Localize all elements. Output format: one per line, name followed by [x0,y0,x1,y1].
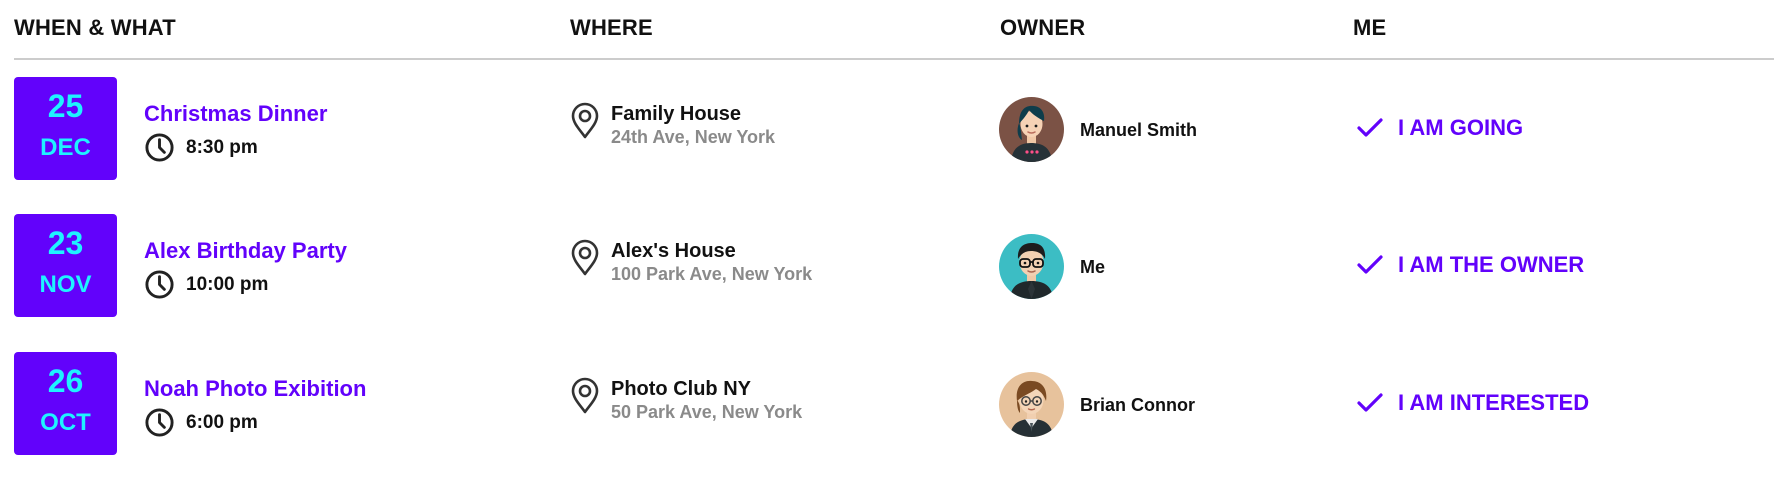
event-time: 8:30 pm [186,137,258,158]
event-title-link[interactable]: Christmas Dinner [144,101,327,127]
checkmark-icon [1357,118,1383,137]
map-pin-icon [571,239,599,276]
clock-icon [145,270,174,299]
clock-icon [145,133,174,162]
date-month: OCT [40,409,91,436]
column-header-me: ME [1353,15,1387,40]
event-row[interactable]: 26 OCT Noah Photo Exibition 6:00 pm Phot… [0,352,1788,456]
place-name: Family House [611,103,742,125]
rsvp-status[interactable]: I AM THE OWNER [1398,252,1584,278]
owner-avatar [999,234,1064,299]
event-time: 6:00 pm [186,412,258,433]
date-month: DEC [40,134,91,161]
column-header-where: WHERE [570,15,653,40]
event-title-link[interactable]: Alex Birthday Party [144,238,347,264]
owner-name: Manuel Smith [1080,120,1198,140]
event-row[interactable]: 23 NOV Alex Birthday Party 10:00 pm Alex… [0,214,1788,318]
map-pin-icon [571,377,599,414]
woman-avatar-icon [999,97,1064,162]
place-address: 50 Park Ave, New York [611,402,803,422]
clock-icon [145,408,174,437]
place-address: 100 Park Ave, New York [611,264,813,284]
date-day: 26 [47,363,84,399]
checkmark-icon [1357,393,1383,412]
date-day: 25 [47,88,84,124]
owner-name: Me [1080,257,1106,277]
event-row[interactable]: 25 DEC Christmas Dinner 8:30 pm Family H… [0,77,1788,181]
place-name: Photo Club NY [611,378,751,400]
map-pin-icon [571,102,599,139]
checkmark-icon [1357,255,1383,274]
place-name: Alex's House [611,240,736,262]
date-badge: 25 DEC [14,77,117,180]
table-header: WHEN & WHAT WHERE OWNER ME [14,0,1774,60]
event-title-link[interactable]: Noah Photo Exibition [144,376,366,402]
column-header-when-what: WHEN & WHAT [14,15,176,40]
event-time: 10:00 pm [186,274,269,295]
rsvp-status[interactable]: I AM GOING [1398,115,1523,141]
date-badge: 26 OCT [14,352,117,455]
owner-name: Brian Connor [1080,395,1195,415]
owner-avatar [999,97,1064,162]
date-day: 23 [47,225,84,261]
man-glasses-avatar-icon [999,234,1064,299]
events-table: WHEN & WHAT WHERE OWNER ME 25 DEC Christ… [0,0,1788,480]
man-brown-hair-avatar-icon [999,372,1064,437]
column-header-owner: OWNER [1000,15,1086,40]
place-address: 24th Ave, New York [611,127,776,147]
owner-avatar [999,372,1064,437]
date-month: NOV [39,271,92,298]
date-badge: 23 NOV [14,214,117,317]
rsvp-status[interactable]: I AM INTERESTED [1398,390,1589,416]
